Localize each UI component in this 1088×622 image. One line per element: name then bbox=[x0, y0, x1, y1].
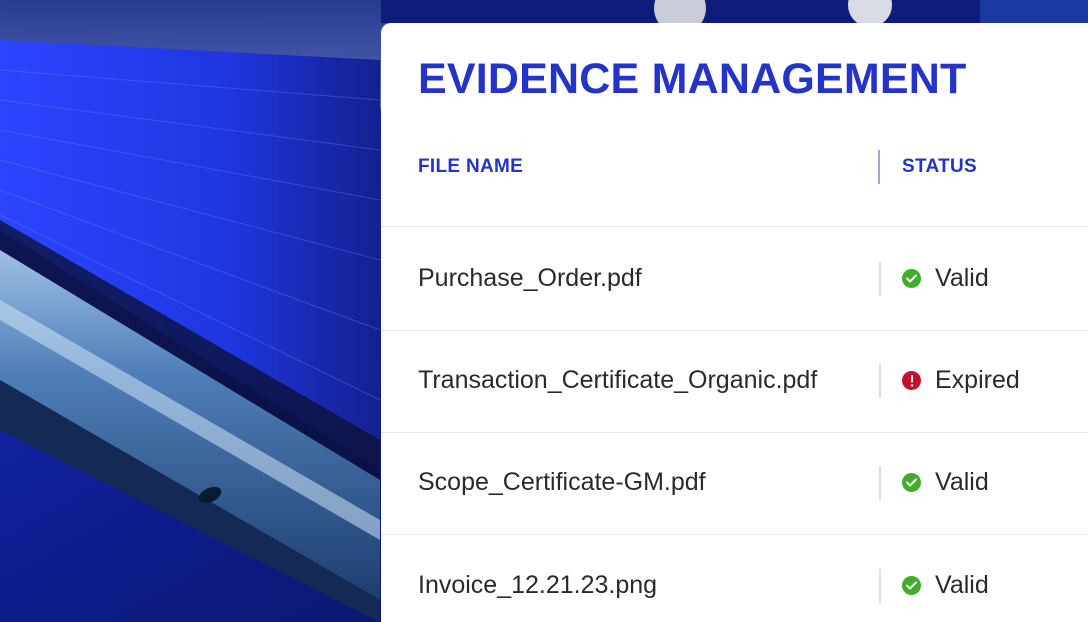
column-divider bbox=[879, 569, 881, 603]
status-cell: Valid bbox=[902, 264, 989, 293]
column-divider bbox=[879, 466, 881, 500]
status-text: Valid bbox=[935, 468, 989, 496]
check-circle-icon bbox=[902, 269, 921, 288]
status-text: Valid bbox=[935, 571, 989, 599]
column-divider bbox=[879, 364, 881, 398]
file-name-cell[interactable]: Scope_Certificate-GM.pdf bbox=[418, 468, 706, 497]
status-cell: Expired bbox=[902, 366, 1020, 395]
file-name-cell[interactable]: Purchase_Order.pdf bbox=[418, 264, 642, 293]
table-row[interactable]: Transaction_Certificate_Organic.pdf Expi… bbox=[381, 330, 1088, 433]
status-text: Expired bbox=[935, 366, 1020, 394]
table-row[interactable]: Purchase_Order.pdf Valid bbox=[381, 228, 1088, 331]
file-name-cell[interactable]: Invoice_12.21.23.png bbox=[418, 571, 657, 600]
table-row[interactable]: Scope_Certificate-GM.pdf Valid bbox=[381, 432, 1088, 535]
check-circle-icon bbox=[902, 473, 921, 492]
evidence-management-card: EVIDENCE MANAGEMENT FILE NAME STATUS Pur… bbox=[381, 23, 1088, 622]
exclamation-circle-icon bbox=[902, 371, 921, 390]
column-divider bbox=[879, 262, 881, 296]
column-header-status[interactable]: STATUS bbox=[902, 156, 977, 178]
file-name-cell[interactable]: Transaction_Certificate_Organic.pdf bbox=[418, 366, 817, 395]
table-row[interactable]: Invoice_12.21.23.png Valid bbox=[381, 535, 1088, 622]
status-cell: Valid bbox=[902, 468, 989, 497]
table-header: FILE NAME STATUS bbox=[381, 130, 1088, 227]
column-divider bbox=[878, 150, 880, 184]
check-circle-icon bbox=[902, 576, 921, 595]
status-cell: Valid bbox=[902, 571, 989, 600]
column-header-file-name[interactable]: FILE NAME bbox=[418, 156, 523, 178]
page-title: EVIDENCE MANAGEMENT bbox=[418, 55, 967, 103]
status-text: Valid bbox=[935, 264, 989, 292]
